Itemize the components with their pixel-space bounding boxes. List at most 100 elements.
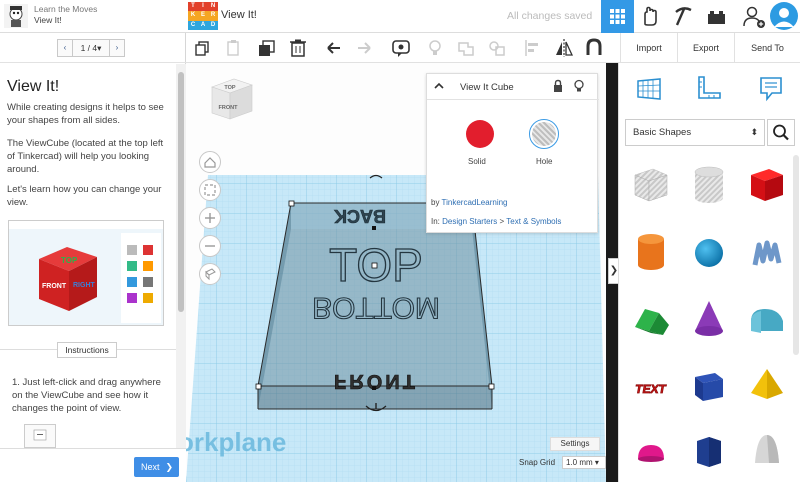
height-handle[interactable] [372,226,376,230]
shape-library-select[interactable]: Basic Shapes ⬍ [625,119,765,146]
instructions-tab[interactable]: Instructions [57,342,117,358]
breadcrumb-separator: > [499,217,505,226]
resize-handle[interactable] [288,200,295,207]
breadcrumb-text-symbols[interactable]: Text & Symbols [506,217,561,226]
lesson-scrollbar[interactable] [176,64,186,448]
shape-box[interactable] [739,155,795,219]
delete-icon[interactable] [287,37,309,59]
viewcube-front-label[interactable]: FRONT [219,105,239,111]
snap-grid-select[interactable]: 1.0 mm ▾ [562,456,606,469]
shape-round-roof[interactable] [739,287,795,351]
export-button[interactable]: Export [677,33,734,63]
shape-paraboloid[interactable] [739,419,795,482]
lesson-footer: Next ❯ [0,448,186,482]
logo-letter: C [188,20,198,30]
import-button[interactable]: Import [620,33,677,63]
paste-icon[interactable] [223,37,245,59]
align-icon[interactable] [522,37,544,59]
mirror-icon[interactable] [553,37,575,59]
ruler-icon[interactable] [694,73,724,103]
logo-letter: T [188,2,198,12]
logo-letter: D [208,20,218,30]
breadcrumb-design-starters[interactable]: Design Starters [442,217,497,226]
logo-letter: I [198,2,208,12]
tinkercad-logo[interactable]: TINKERCAD [188,2,218,30]
lesson-avatar-icon [4,4,28,28]
bricks-icon[interactable] [700,0,733,33]
fit-view-icon[interactable] [199,179,221,201]
comment-icon[interactable] [390,37,412,59]
author-link[interactable]: TinkercadLearning [442,198,508,207]
workplane-icon[interactable] [634,73,664,103]
lesson-pager: ‹ 1 / 4▾ › [0,33,186,63]
chevron-up-icon[interactable] [433,80,445,92]
grid-view-icon[interactable] [601,0,634,33]
viewcube[interactable]: TOP FRONT [206,75,256,135]
shapes-panel: Basic Shapes ⬍ TEXT [618,63,800,482]
shape-cylinder[interactable] [623,221,679,285]
shape-text[interactable]: TEXT [623,353,679,417]
lesson-panel: Learn the Moves View It! ‹ 1 / 4▾ › View… [0,0,186,482]
settings-button[interactable]: Settings [550,437,600,451]
updown-caret-icon: ⬍ [750,127,758,137]
hand-tinker-icon[interactable] [634,0,667,33]
resize-handle[interactable] [488,383,495,390]
inspector-title[interactable]: View It Cube [460,82,514,93]
next-lesson-button[interactable]: Next ❯ [134,457,179,477]
magnet-icon[interactable] [583,37,605,59]
prev-page-button[interactable]: ‹ [57,39,73,57]
design-name[interactable]: View It! [221,9,257,21]
shape-roof[interactable] [623,287,679,351]
lock-icon[interactable] [552,79,564,93]
copy-icon[interactable] [192,37,214,59]
redo-icon[interactable] [353,37,375,59]
avatar[interactable] [770,2,798,30]
shape-wedge[interactable] [681,353,737,417]
send-to-button[interactable]: Send To [734,33,800,63]
lesson-paragraph: The ViewCube (located at the top left of… [7,138,164,175]
home-view-icon[interactable] [199,151,221,173]
breadcrumb-prefix: In: [431,217,440,226]
page-selector[interactable]: 1 / 4▾ [73,39,109,57]
shape-half-sphere[interactable] [623,419,679,482]
shape-scribble[interactable] [739,221,795,285]
hole-swatch[interactable] [529,119,559,149]
height-handle[interactable] [371,262,378,269]
light-icon[interactable] [424,37,446,59]
next-page-button[interactable]: › [109,39,125,57]
shape-polygon[interactable] [681,419,737,482]
note-icon[interactable] [756,73,786,103]
zoom-in-icon[interactable] [199,207,221,229]
next-lesson-label: Next [141,462,160,472]
add-user-icon[interactable] [737,0,770,33]
lesson-content[interactable]: View It! While creating designs it helps… [0,64,176,448]
undo-icon[interactable] [323,37,345,59]
viewcube-top-label[interactable]: TOP [224,85,236,91]
duplicate-icon[interactable] [256,37,278,59]
solid-color-swatch[interactable] [466,120,494,148]
shape-cone[interactable] [681,287,737,351]
author-line: by TinkercadLearning [431,198,508,207]
hole-label: Hole [536,157,553,166]
workplane-label: orkplane [186,427,286,457]
group-icon[interactable] [455,37,477,59]
shape-pyramid[interactable] [739,353,795,417]
shape-cylinder-hole[interactable] [681,155,737,219]
shape-library-value: Basic Shapes [633,127,692,138]
lesson-title: View It! [7,78,60,95]
search-button[interactable] [767,119,795,146]
zoom-out-icon[interactable] [199,235,221,257]
perspective-icon[interactable] [199,263,221,285]
ungroup-icon[interactable] [486,37,508,59]
bulb-icon[interactable] [573,79,585,93]
resize-handle[interactable] [255,383,262,390]
lesson-header: Learn the Moves View It! [0,0,186,33]
step-thumbnail [24,424,56,448]
shapes-scrollbar[interactable] [793,155,799,355]
shape-sphere[interactable] [681,221,737,285]
hole-pattern [532,122,556,146]
lesson-scrollbar-thumb[interactable] [178,72,184,312]
pickaxe-icon[interactable] [667,0,700,33]
height-handle[interactable] [372,386,376,390]
shape-box-hole[interactable] [623,155,679,219]
